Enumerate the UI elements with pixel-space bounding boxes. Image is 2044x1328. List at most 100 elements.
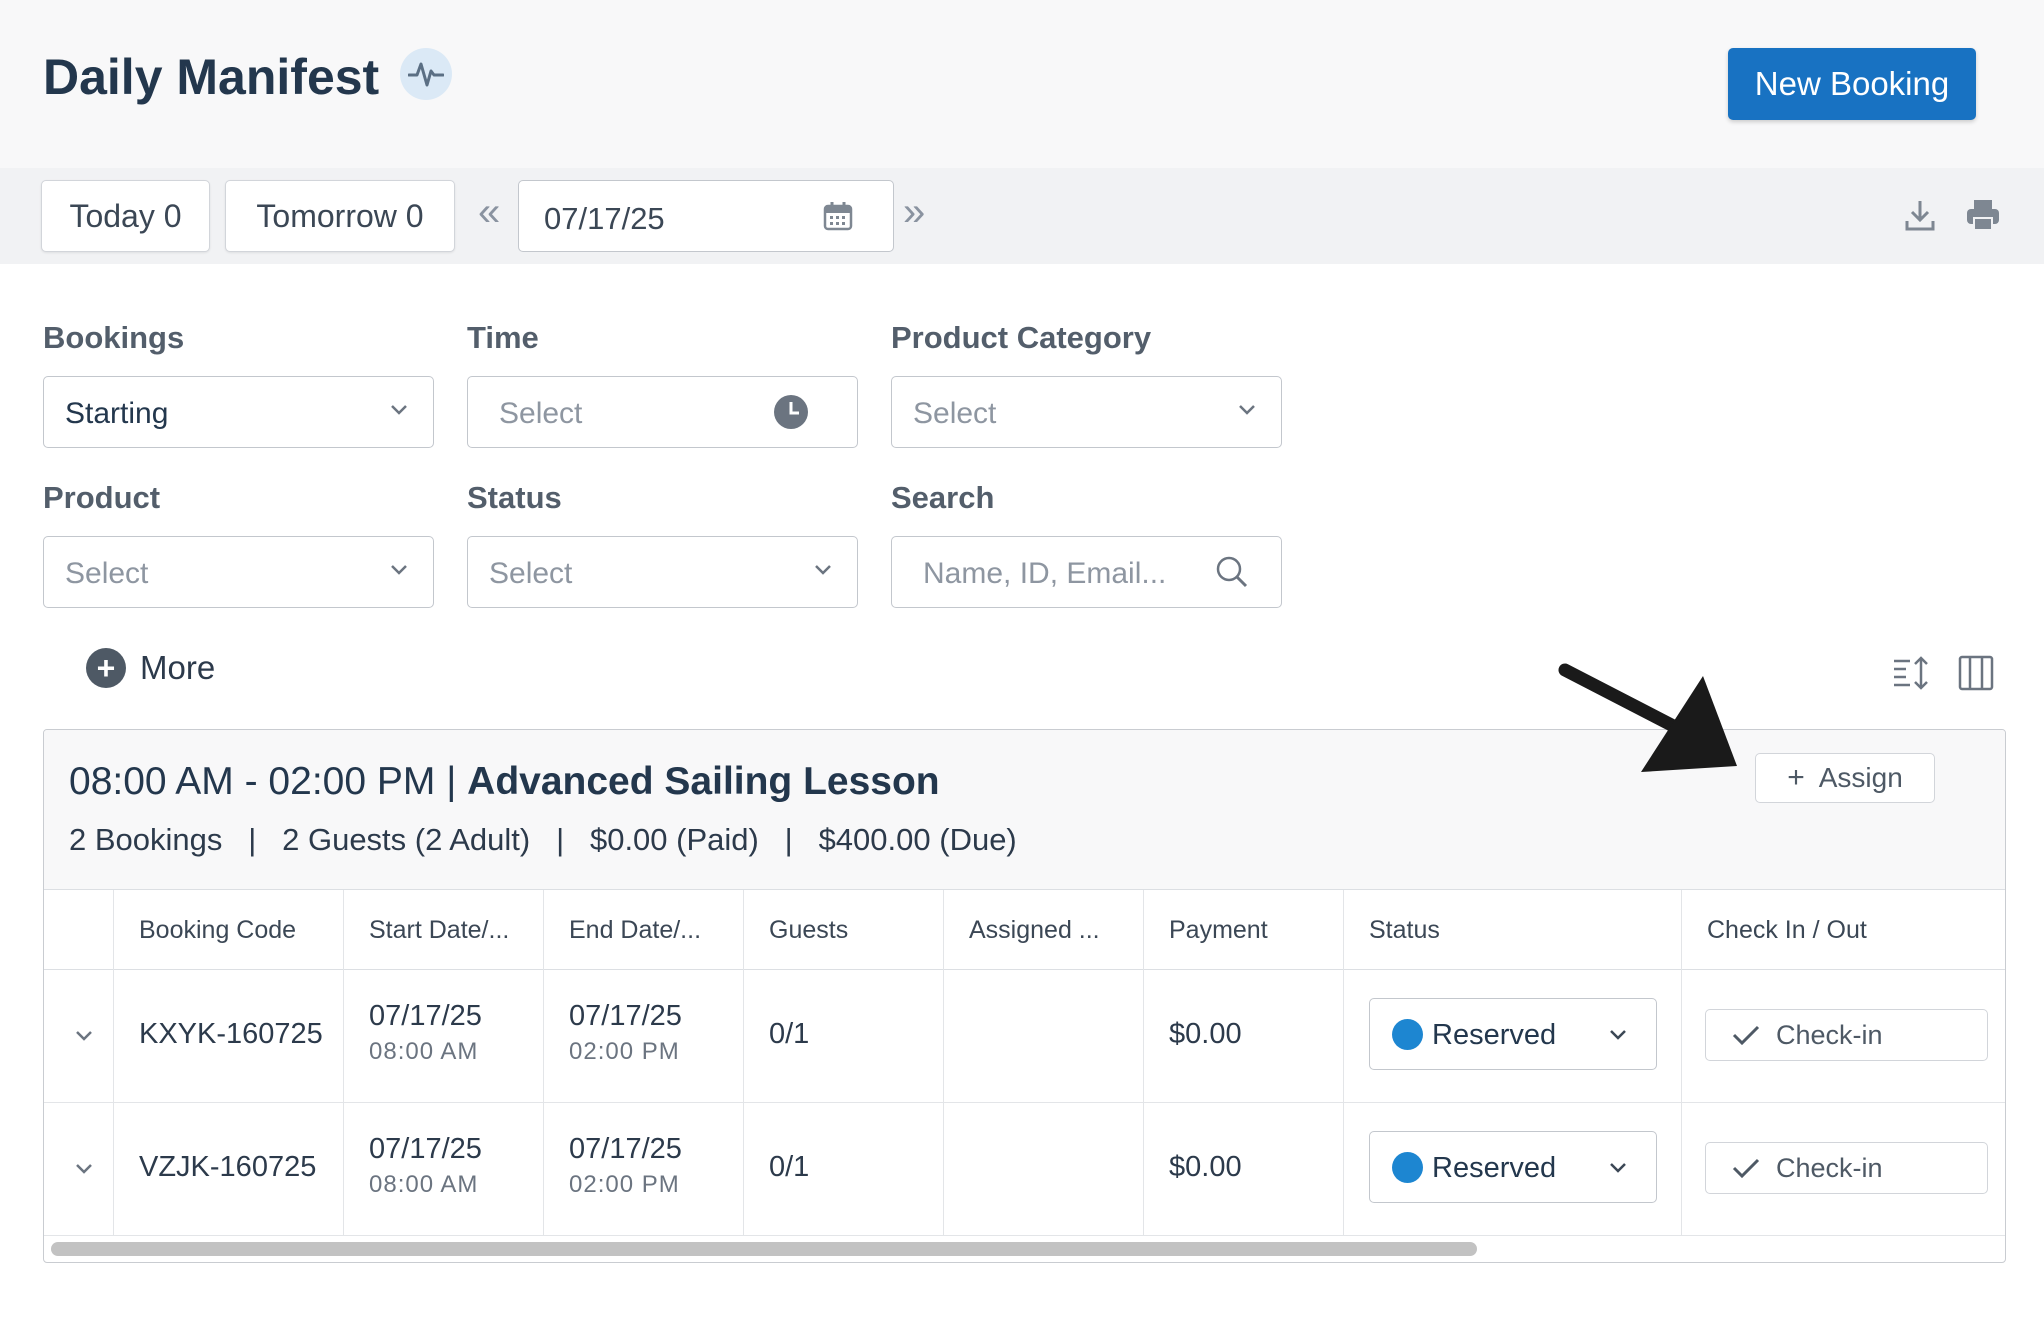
chevron-down-icon <box>389 402 409 421</box>
start-time: 08:00 AM <box>369 1038 479 1065</box>
bookings-filter-label: Bookings <box>43 320 185 355</box>
chevron-down-icon <box>389 562 409 581</box>
chevron-down-icon <box>813 562 833 581</box>
assign-label: Assign <box>1818 762 1903 793</box>
guests-count: 0/1 <box>769 1151 810 1183</box>
assigned-cell <box>943 1103 1143 1236</box>
status-select[interactable]: Select <box>467 536 858 608</box>
product-category-filter-label: Product Category <box>891 320 1152 355</box>
expand-cell <box>44 970 113 1103</box>
product-select-placeholder: Select <box>65 557 149 590</box>
plus-circle-icon: + <box>86 648 126 688</box>
booking-status-value: Reserved <box>1432 1019 1557 1051</box>
slot-title: 08:00 AM - 02:00 PM | Advanced Sailing L… <box>69 760 940 804</box>
product-category-select[interactable]: Select <box>891 376 1282 448</box>
more-filters-button[interactable]: + More <box>86 648 215 688</box>
end-date: 07/17/25 <box>569 1000 682 1032</box>
assign-button[interactable]: + Assign <box>1755 753 1935 803</box>
payment-cell: $0.00 <box>1143 970 1343 1103</box>
end-date: 07/17/25 <box>569 1133 682 1165</box>
booking-code[interactable]: KXYK-160725 <box>139 1018 323 1051</box>
chevron-down-icon <box>1237 402 1257 421</box>
horizontal-scrollbar[interactable] <box>51 1242 1477 1256</box>
start-date-cell: 07/17/25 08:00 AM <box>343 1103 543 1236</box>
booking-status-select[interactable]: Reserved <box>1369 1131 1657 1203</box>
status-cell: Reserved <box>1343 970 1681 1103</box>
assigned-cell <box>943 970 1143 1103</box>
calendar-icon[interactable] <box>823 201 853 236</box>
guests-cell: 0/1 <box>743 970 943 1103</box>
slot-product-name: Advanced Sailing Lesson <box>467 760 940 803</box>
date-field[interactable]: 07/17/25 <box>518 180 894 252</box>
time-slot-panel: 08:00 AM - 02:00 PM | Advanced Sailing L… <box>43 729 2006 1263</box>
check-in-label: Check-in <box>1776 1153 1883 1183</box>
status-select-placeholder: Select <box>489 557 573 590</box>
check-in-label: Check-in <box>1776 1020 1883 1050</box>
expand-column-header <box>44 890 113 970</box>
search-placeholder: Name, ID, Email... <box>923 557 1167 590</box>
slot-time-range: 08:00 AM - 02:00 PM | <box>69 760 468 803</box>
booking-status-value: Reserved <box>1432 1152 1557 1184</box>
column-header[interactable]: End Date/... <box>543 890 743 970</box>
next-day-icon[interactable]: » <box>903 190 925 235</box>
check-in-button[interactable]: Check-in <box>1705 1009 1988 1061</box>
end-date-cell: 07/17/25 02:00 PM <box>543 1103 743 1236</box>
date-value: 07/17/25 <box>544 201 665 236</box>
booking-code-cell[interactable]: VZJK-160725 <box>113 1103 343 1236</box>
end-time: 02:00 PM <box>569 1038 680 1065</box>
annotation-arrow-icon <box>1558 663 1737 772</box>
table-row: VZJK-160725 07/17/25 08:00 AM 07/17/25 02:… <box>44 1103 2005 1236</box>
booking-code-cell[interactable]: KXYK-160725 <box>113 970 343 1103</box>
start-date: 07/17/25 <box>369 1000 482 1032</box>
status-dot-icon <box>1392 1019 1423 1050</box>
booking-status-select[interactable]: Reserved <box>1369 998 1657 1070</box>
bookings-select[interactable]: Starting <box>43 376 434 448</box>
end-date-cell: 07/17/25 02:00 PM <box>543 970 743 1103</box>
expand-row-chevron-icon[interactable] <box>74 1161 94 1180</box>
download-icon[interactable] <box>1904 198 1936 237</box>
bookings-select-value: Starting <box>65 397 169 430</box>
column-header[interactable]: Payment <box>1143 890 1343 970</box>
time-select[interactable]: Select <box>467 376 858 448</box>
column-header[interactable]: Check In / Out <box>1681 890 2005 970</box>
print-icon[interactable] <box>1965 198 2001 237</box>
product-category-placeholder: Select <box>913 397 997 430</box>
sort-rows-icon[interactable] <box>1892 654 1930 697</box>
today-button[interactable]: Today 0 <box>41 180 210 252</box>
columns-icon[interactable] <box>1958 654 1994 697</box>
product-filter-label: Product <box>43 480 161 515</box>
check-in-button[interactable]: Check-in <box>1705 1142 1988 1194</box>
checkmark-icon <box>1732 1024 1760 1051</box>
search-filter-label: Search <box>891 480 995 515</box>
payment-amount: $0.00 <box>1169 1151 1242 1183</box>
search-input[interactable]: Name, ID, Email... <box>891 536 1282 608</box>
checkmark-icon <box>1732 1157 1760 1184</box>
date-toolbar: Today 0 Tomorrow 0 « 07/17/25 » <box>0 168 2044 264</box>
chevron-down-icon <box>1608 1027 1628 1046</box>
new-booking-button[interactable]: New Booking <box>1728 48 1976 120</box>
guests-cell: 0/1 <box>743 1103 943 1236</box>
check-in-cell: Check-in <box>1681 970 2005 1103</box>
product-select[interactable]: Select <box>43 536 434 608</box>
expand-row-chevron-icon[interactable] <box>74 1028 94 1047</box>
column-header[interactable]: Booking Code <box>113 890 343 970</box>
booking-code[interactable]: VZJK-160725 <box>139 1151 316 1184</box>
column-header[interactable]: Assigned ... <box>943 890 1143 970</box>
clock-icon <box>773 394 809 435</box>
column-header[interactable]: Status <box>1343 890 1681 970</box>
tomorrow-button[interactable]: Tomorrow 0 <box>225 180 455 252</box>
search-icon[interactable] <box>1215 555 1249 594</box>
column-header[interactable]: Guests <box>743 890 943 970</box>
slot-summary: 2 Bookings | 2 Guests (2 Adult) | $0.00 … <box>69 822 1017 857</box>
activity-pulse-icon[interactable] <box>400 48 452 100</box>
guests-count: 0/1 <box>769 1018 810 1050</box>
payment-cell: $0.00 <box>1143 1103 1343 1236</box>
chevron-down-icon <box>1608 1160 1628 1179</box>
previous-day-icon[interactable]: « <box>478 190 500 235</box>
end-time: 02:00 PM <box>569 1171 680 1198</box>
column-header[interactable]: Start Date/... <box>343 890 543 970</box>
plus-icon: + <box>1787 761 1805 794</box>
table-header: Booking Code Start Date/... End Date/...… <box>44 890 2005 970</box>
payment-amount: $0.00 <box>1169 1018 1242 1050</box>
check-in-cell: Check-in <box>1681 1103 2005 1236</box>
